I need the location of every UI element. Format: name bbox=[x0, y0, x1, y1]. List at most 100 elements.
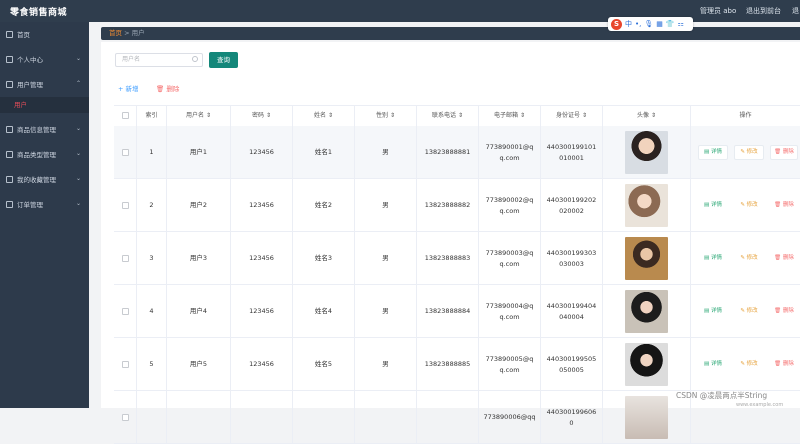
sidebar: 首页 个人中心 ⌄ 用户管理 ⌃ 用户 商品信息管理 ⌄ 商品类型管理 ⌄ 我的… bbox=[0, 22, 89, 408]
edit-button[interactable]: ✎ 修改 bbox=[734, 304, 764, 319]
row-checkbox[interactable] bbox=[121, 149, 129, 156]
detail-icon: ▤ bbox=[704, 361, 711, 367]
row-checkbox[interactable] bbox=[121, 255, 129, 262]
cell-username: 用户1 bbox=[167, 126, 231, 179]
app-title: 零食销售商城 bbox=[10, 8, 68, 18]
cell-password: 123456 bbox=[231, 126, 293, 179]
sidebar-item-category[interactable]: 商品类型管理 ⌄ bbox=[0, 144, 89, 164]
select-all-checkbox[interactable] bbox=[121, 112, 129, 119]
view-button[interactable]: ▤ 详情 bbox=[698, 145, 728, 160]
delete-row-button[interactable]: 🗑 删除 bbox=[770, 145, 798, 160]
cell-email: 773890003@qq.com bbox=[479, 232, 541, 285]
order-icon bbox=[6, 200, 13, 208]
skin-icon[interactable]: 👕 bbox=[666, 17, 675, 31]
sidebar-item-favorites[interactable]: 我的收藏管理 ⌄ bbox=[0, 169, 89, 189]
header-phone[interactable]: 联系电话 ⇕ bbox=[417, 106, 479, 126]
ime-toolbar[interactable]: S 中 •, 🎙 ▦ 👕 ⚏ bbox=[608, 17, 693, 31]
cell-index: 1 bbox=[137, 126, 167, 179]
row-checkbox[interactable] bbox=[114, 338, 137, 391]
header-username[interactable]: 用户名 ⇕ bbox=[167, 106, 231, 126]
header-name[interactable]: 姓名 ⇕ bbox=[293, 106, 355, 126]
view-button[interactable]: ▤ 详情 bbox=[698, 357, 728, 372]
cell-name: 姓名1 bbox=[293, 126, 355, 179]
table-row[interactable]: 5 用户5 123456 姓名5 男 13823888885 773890005@qq.co… bbox=[114, 338, 800, 391]
breadcrumb-home[interactable]: 首页 bbox=[109, 29, 122, 37]
row-checkbox[interactable] bbox=[114, 391, 137, 444]
row-checkbox[interactable] bbox=[114, 126, 137, 179]
cell-avatar bbox=[603, 232, 691, 285]
header-select-all[interactable] bbox=[114, 106, 137, 126]
search-input[interactable]: 用户名 bbox=[115, 53, 203, 67]
table-row[interactable]: 2 用户2 123456 姓名2 男 13823888882 773890002@qq.co… bbox=[114, 179, 800, 232]
row-checkbox[interactable] bbox=[121, 308, 129, 315]
edit-button[interactable]: ✎ 修改 bbox=[734, 251, 764, 266]
delete-row-button[interactable]: 🗑 删除 bbox=[770, 251, 798, 266]
cell-phone: 13823888881 bbox=[417, 126, 479, 179]
row-checkbox[interactable] bbox=[114, 285, 137, 338]
delete-row-button[interactable]: 🗑 删除 bbox=[770, 304, 798, 319]
breadcrumb: 首页 > 用户 bbox=[101, 27, 800, 40]
punctuation-icon[interactable]: •, bbox=[635, 17, 641, 31]
row-checkbox[interactable] bbox=[121, 414, 129, 421]
delete-row-button[interactable]: 🗑 删除 bbox=[770, 198, 798, 213]
delete-row-button[interactable]: 🗑 删除 bbox=[770, 357, 798, 372]
header-idcard[interactable]: 身份证号 ⇕ bbox=[541, 106, 603, 126]
avatar[interactable] bbox=[625, 343, 668, 386]
table-row[interactable]: 4 用户4 123456 姓名4 男 13823888884 773890004@qq.co… bbox=[114, 285, 800, 338]
edit-button[interactable]: ✎ 修改 bbox=[734, 198, 764, 213]
sidebar-item-user-management[interactable]: 用户管理 ⌃ bbox=[0, 74, 89, 94]
header-gender[interactable]: 性别 ⇕ bbox=[355, 106, 417, 126]
edit-button-label: 修改 bbox=[746, 149, 758, 155]
delete-button-label: 删除 bbox=[166, 85, 180, 93]
table-row[interactable]: 3 用户3 123456 姓名3 男 13823888883 773890003@qq.co… bbox=[114, 232, 800, 285]
edit-button[interactable]: ✎ 修改 bbox=[734, 357, 764, 372]
admin-label: 管理员 abo bbox=[700, 7, 737, 15]
breadcrumb-current: 用户 bbox=[131, 29, 145, 37]
delete-row-button-label: 删除 bbox=[782, 308, 794, 314]
avatar[interactable] bbox=[625, 290, 668, 333]
keyboard-icon[interactable]: ▦ bbox=[656, 17, 663, 31]
view-button-label: 详情 bbox=[710, 255, 722, 261]
cell-avatar bbox=[603, 126, 691, 179]
avatar[interactable] bbox=[625, 184, 668, 227]
chevron-down-icon: ⌄ bbox=[75, 150, 81, 157]
cell-password: 123456 bbox=[231, 179, 293, 232]
cell-idcard: 440300199202020002 bbox=[541, 179, 603, 232]
delete-button[interactable]: 🗑 删除 bbox=[156, 83, 179, 93]
row-checkbox[interactable] bbox=[114, 179, 137, 232]
view-button[interactable]: ▤ 详情 bbox=[698, 251, 728, 266]
search-button[interactable]: 查询 bbox=[209, 52, 238, 68]
avatar[interactable] bbox=[625, 131, 668, 174]
cell-phone: 13823888883 bbox=[417, 232, 479, 285]
user-icon bbox=[6, 55, 13, 63]
table-row[interactable]: 1 用户1 123456 姓名1 男 13823888881 773890001@qq.co… bbox=[114, 126, 800, 179]
sidebar-item-orders[interactable]: 订单管理 ⌄ bbox=[0, 194, 89, 214]
sidebar-subitem-users[interactable]: 用户 bbox=[0, 97, 89, 113]
view-button[interactable]: ▤ 详情 bbox=[698, 198, 728, 213]
microphone-icon[interactable]: 🎙 bbox=[644, 17, 653, 31]
sidebar-item-home[interactable]: 首页 bbox=[0, 24, 89, 44]
edit-button[interactable]: ✎ 修改 bbox=[734, 145, 764, 160]
grid-icon[interactable]: ⚏ bbox=[678, 17, 684, 31]
add-button[interactable]: + 新增 bbox=[118, 83, 139, 93]
header-avatar[interactable]: 头像 ⇕ bbox=[603, 106, 691, 126]
row-checkbox[interactable] bbox=[114, 232, 137, 285]
avatar[interactable] bbox=[625, 237, 668, 280]
back-to-front-link[interactable]: 退出到前台 bbox=[746, 6, 781, 16]
row-checkbox[interactable] bbox=[121, 202, 129, 209]
cell-phone bbox=[417, 391, 479, 444]
avatar[interactable] bbox=[625, 396, 668, 439]
row-checkbox[interactable] bbox=[121, 361, 129, 368]
view-button[interactable]: ▤ 详情 bbox=[698, 304, 728, 319]
detail-icon: ▤ bbox=[704, 149, 711, 155]
cell-gender: 男 bbox=[355, 338, 417, 391]
ime-lang[interactable]: 中 bbox=[625, 17, 632, 31]
logout-link[interactable]: 退 bbox=[792, 6, 799, 16]
sidebar-item-label: 我的收藏管理 bbox=[17, 176, 56, 184]
header-password[interactable]: 密码 ⇕ bbox=[231, 106, 293, 126]
sidebar-item-goods[interactable]: 商品信息管理 ⌄ bbox=[0, 119, 89, 139]
sidebar-item-profile[interactable]: 个人中心 ⌄ bbox=[0, 49, 89, 69]
cell-gender: 男 bbox=[355, 232, 417, 285]
category-icon bbox=[6, 150, 13, 158]
header-email[interactable]: 电子邮箱 ⇕ bbox=[479, 106, 541, 126]
